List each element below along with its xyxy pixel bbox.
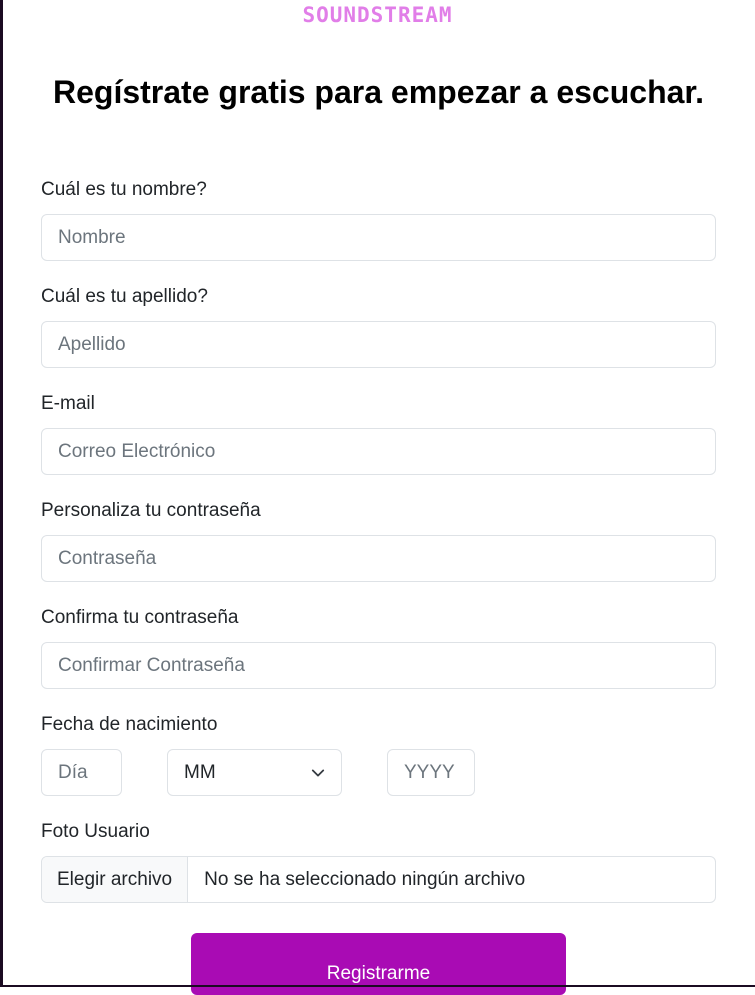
email-label: E-mail — [41, 393, 95, 414]
birth-month-value: MM — [184, 761, 216, 783]
file-status-text: No se ha seleccionado ningún archivo — [204, 868, 526, 890]
window-left-edge — [0, 0, 3, 987]
password-input[interactable] — [41, 535, 716, 582]
birth-year-input[interactable] — [387, 749, 475, 796]
choose-file-button[interactable]: Elegir archivo — [42, 857, 189, 902]
photo-file-input[interactable]: Elegir archivo No se ha seleccionado nin… — [41, 856, 716, 903]
last-name-label: Cuál es tu apellido? — [41, 286, 208, 307]
confirm-password-label: Confirma tu contraseña — [41, 607, 239, 628]
confirm-password-input[interactable] — [41, 642, 716, 689]
birth-month-select[interactable]: MM — [167, 749, 342, 796]
birth-date-label: Fecha de nacimiento — [41, 714, 218, 735]
last-name-input[interactable] — [41, 321, 716, 368]
page-title: Regístrate gratis para empezar a escucha… — [53, 74, 704, 110]
first-name-label: Cuál es tu nombre? — [41, 179, 207, 200]
first-name-input[interactable] — [41, 214, 716, 261]
password-label: Personaliza tu contraseña — [41, 500, 261, 521]
brand-logo[interactable]: SOUNDSTREAM — [0, 3, 755, 27]
birth-day-input[interactable] — [41, 749, 122, 796]
email-input[interactable] — [41, 428, 716, 475]
photo-label: Foto Usuario — [41, 821, 150, 842]
chevron-down-icon — [311, 769, 325, 776]
